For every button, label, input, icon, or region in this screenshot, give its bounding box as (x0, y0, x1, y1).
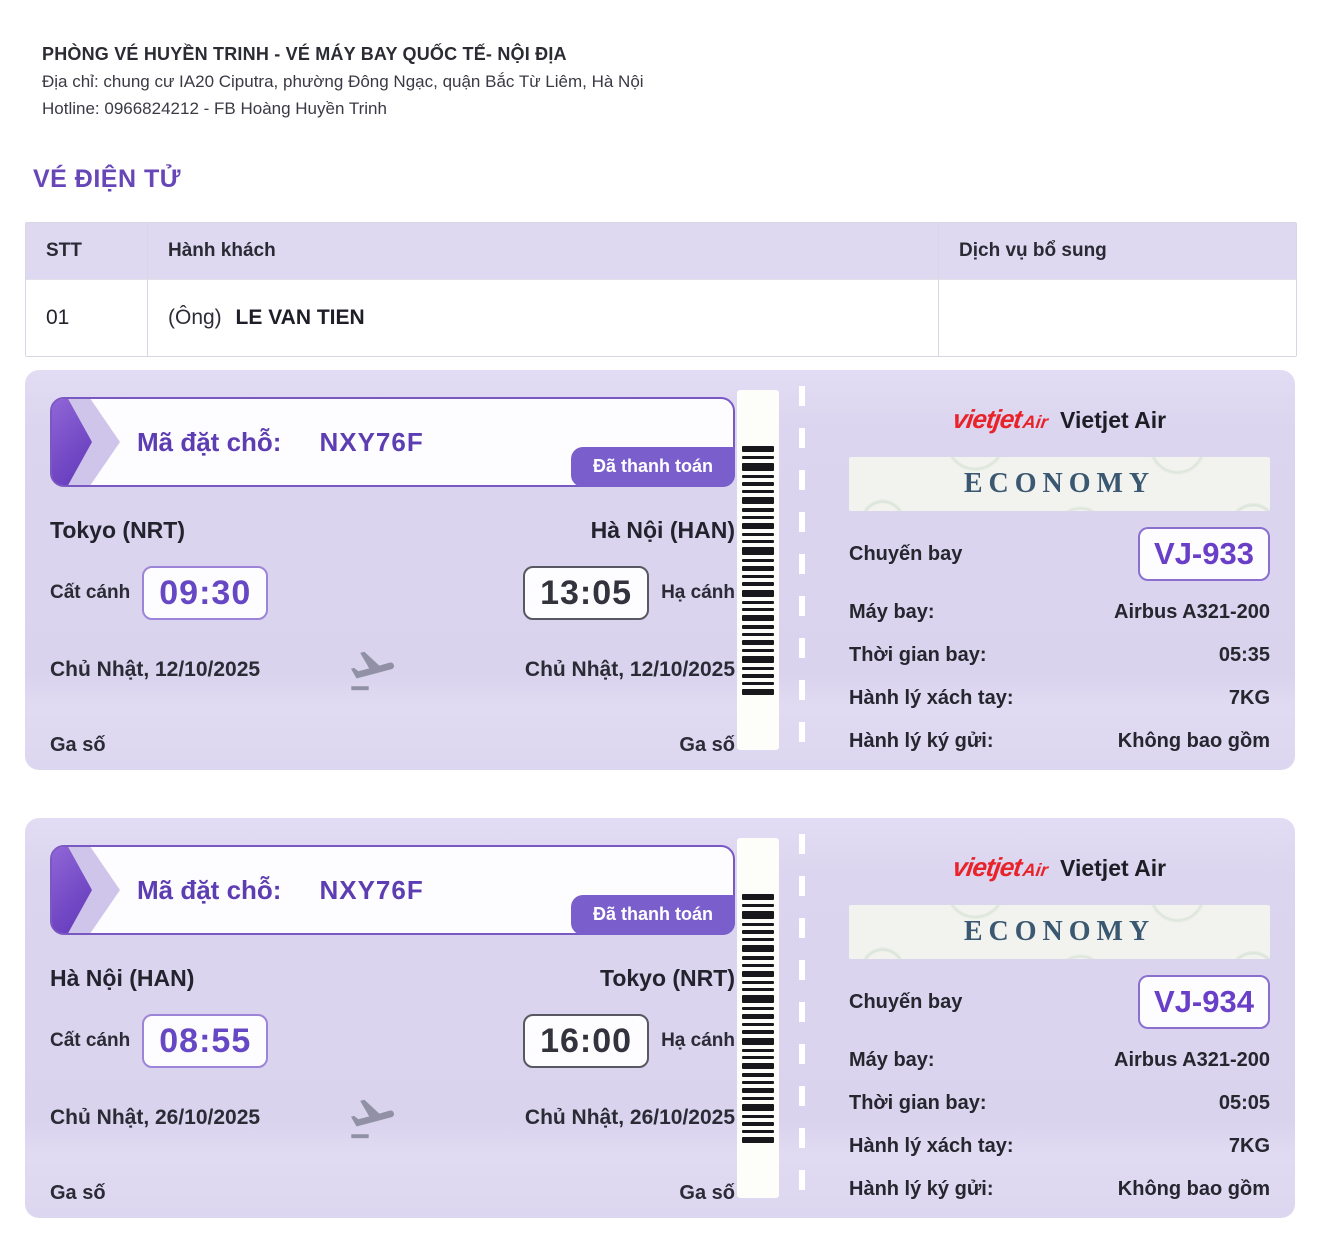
passenger-name: LE VAN TIEN (236, 306, 365, 329)
duration-label: Thời gian bay: (849, 1092, 987, 1115)
col-header-stt: STT (26, 223, 148, 279)
col-header-passenger: Hành khách (148, 223, 939, 279)
passenger-cell: (Ông) LE VAN TIEN (148, 279, 939, 356)
origin-city: Hà Nội (HAN) (50, 965, 194, 992)
booking-code-label: Mã đặt chỗ: (137, 427, 281, 458)
hand-baggage-label: Hành lý xách tay: (849, 687, 1014, 710)
aircraft-label: Máy bay: (849, 1049, 935, 1072)
arrival-time: 16:00 (523, 1014, 649, 1068)
arrival-date: Chủ Nhật, 26/10/2025 (525, 1106, 735, 1130)
departure-time: 08:55 (142, 1014, 268, 1068)
paid-status-badge: Đã thanh toán (571, 447, 735, 487)
hand-baggage-value: 7KG (1229, 1135, 1270, 1158)
flight-label: Chuyến bay (849, 543, 962, 566)
arrival-date: Chủ Nhật, 12/10/2025 (525, 658, 735, 682)
checked-baggage-value: Không bao gồm (1118, 1178, 1270, 1201)
airplane-takeoff-icon (342, 644, 404, 696)
departure-label: Cất cánh (50, 1030, 130, 1052)
passenger-table-header: STT Hành khách Dịch vụ bổ sung (26, 223, 1296, 279)
vietjet-logo: vietjetAir (951, 404, 1051, 435)
airline-name: Vietjet Air (1060, 855, 1166, 882)
checked-baggage-label: Hành lý ký gửi: (849, 730, 994, 753)
ticket-flight-section: Mã đặt chỗ: NXY76F Đã thanh toán Tokyo (… (25, 370, 737, 770)
checked-baggage-label: Hành lý ký gửi: (849, 1178, 994, 1201)
perforation-divider (799, 834, 805, 1202)
passenger-services (939, 279, 1296, 356)
passenger-title: (Ông) (168, 306, 222, 329)
agency-name: PHÒNG VÉ HUYỀN TRINH - VÉ MÁY BAY QUỐC T… (42, 44, 1295, 65)
duration-value: 05:35 (1219, 644, 1270, 667)
agency-header: PHÒNG VÉ HUYỀN TRINH - VÉ MÁY BAY QUỐC T… (42, 44, 1295, 119)
aircraft-value: Airbus A321-200 (1114, 1049, 1270, 1072)
agency-address: Địa chỉ: chung cư IA20 Ciputra, phường Đ… (42, 72, 1295, 92)
airplane-takeoff-icon (342, 1092, 404, 1144)
duration-value: 05:05 (1219, 1092, 1270, 1115)
departure-gate-label: Ga số (50, 734, 106, 757)
arrival-label: Hạ cánh (661, 1030, 735, 1052)
origin-city: Tokyo (NRT) (50, 517, 185, 544)
departure-label: Cất cánh (50, 582, 130, 604)
departure-date: Chủ Nhật, 26/10/2025 (50, 1106, 260, 1130)
arrival-time: 13:05 (523, 566, 649, 620)
perforation-divider (799, 386, 805, 754)
paid-status-badge: Đã thanh toán (571, 895, 735, 935)
hand-baggage-label: Hành lý xách tay: (849, 1135, 1014, 1158)
col-header-services: Dịch vụ bổ sung (939, 223, 1296, 279)
booking-code-value: NXY76F (319, 427, 423, 458)
destination-city: Tokyo (NRT) (600, 965, 735, 992)
flight-label: Chuyến bay (849, 991, 962, 1014)
booking-code-value: NXY76F (319, 875, 423, 906)
page-title: VÉ ĐIỆN TỬ (33, 165, 1295, 194)
cabin-class-banner: ECONOMY (849, 457, 1270, 511)
checked-baggage-value: Không bao gồm (1118, 730, 1270, 753)
flight-number: VJ-933 (1138, 527, 1270, 581)
agency-hotline: Hotline: 0966824212 - FB Hoàng Huyền Tri… (42, 99, 1295, 119)
eticket-page: PHÒNG VÉ HUYỀN TRINH - VÉ MÁY BAY QUỐC T… (0, 0, 1317, 1218)
departure-date: Chủ Nhật, 12/10/2025 (50, 658, 260, 682)
ticket-card-return: Mã đặt chỗ: NXY76F Đã thanh toán Hà Nội … (25, 818, 1295, 1218)
booking-code-label: Mã đặt chỗ: (137, 875, 281, 906)
cabin-class-banner: ECONOMY (849, 905, 1270, 959)
booking-code-box: Mã đặt chỗ: NXY76F Đã thanh toán (50, 397, 735, 487)
arrival-label: Hạ cánh (661, 582, 735, 604)
aircraft-value: Airbus A321-200 (1114, 601, 1270, 624)
barcode (737, 390, 779, 750)
hand-baggage-value: 7KG (1229, 687, 1270, 710)
ticket-card-outbound: Mã đặt chỗ: NXY76F Đã thanh toán Tokyo (… (25, 370, 1295, 770)
booking-code-box: Mã đặt chỗ: NXY76F Đã thanh toán (50, 845, 735, 935)
passenger-table: STT Hành khách Dịch vụ bổ sung 01 (Ông) … (25, 222, 1297, 357)
ticket-stub-section: vietjetAir Vietjet Air ECONOMY Chuyến ba… (825, 818, 1295, 1218)
table-row: 01 (Ông) LE VAN TIEN (26, 279, 1296, 356)
flight-number: VJ-934 (1138, 975, 1270, 1029)
barcode (737, 838, 779, 1198)
destination-city: Hà Nội (HAN) (591, 517, 735, 544)
duration-label: Thời gian bay: (849, 644, 987, 667)
airline-name: Vietjet Air (1060, 407, 1166, 434)
arrival-gate-label: Ga số (679, 734, 735, 757)
ticket-flight-section: Mã đặt chỗ: NXY76F Đã thanh toán Hà Nội … (25, 818, 737, 1218)
ticket-stub-section: vietjetAir Vietjet Air ECONOMY Chuyến ba… (825, 370, 1295, 770)
aircraft-label: Máy bay: (849, 601, 935, 624)
departure-time: 09:30 (142, 566, 268, 620)
vietjet-logo: vietjetAir (951, 852, 1051, 883)
passenger-index: 01 (26, 279, 148, 356)
arrival-gate-label: Ga số (679, 1182, 735, 1205)
departure-gate-label: Ga số (50, 1182, 106, 1205)
